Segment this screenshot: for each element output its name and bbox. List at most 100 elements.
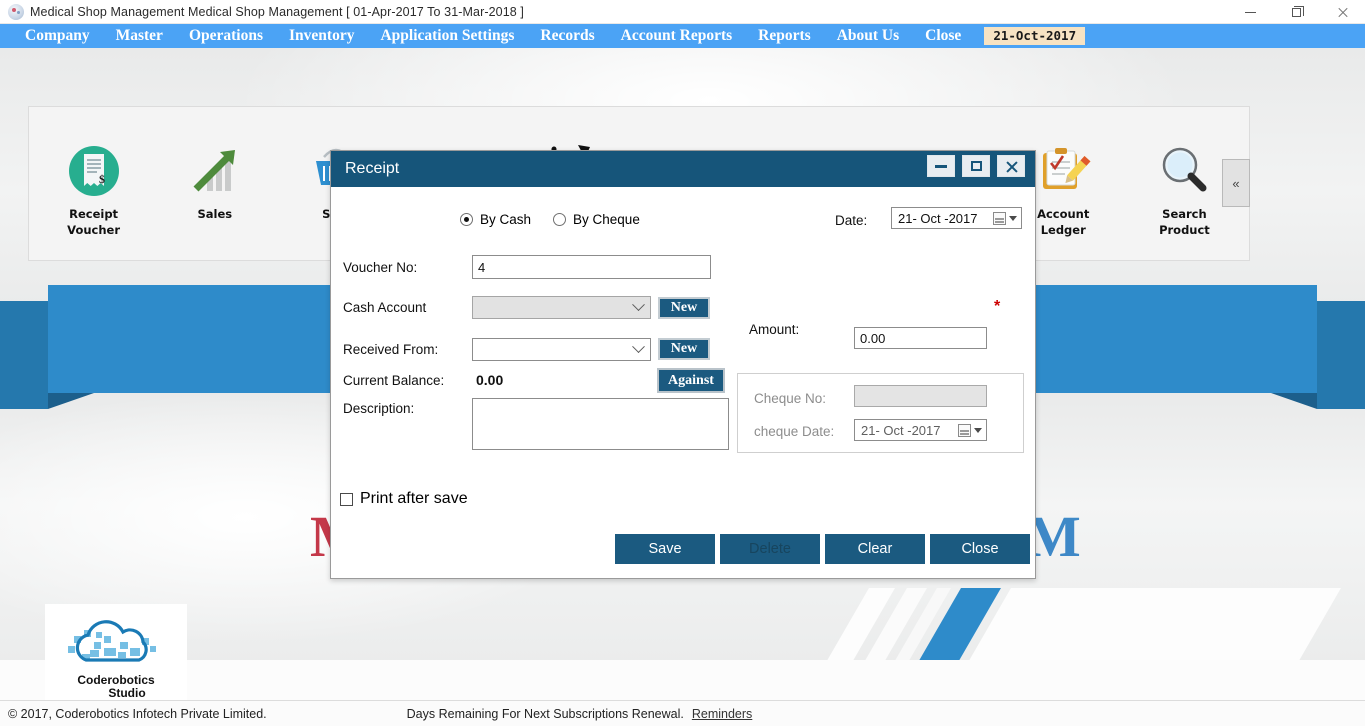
voucher-no-label: Voucher No: <box>343 260 418 275</box>
cheque-no-input[interactable] <box>854 385 987 407</box>
desktop-bottom-strip <box>0 660 1365 700</box>
cheque-date-label: cheque Date: <box>754 424 835 439</box>
ribbon-tail-left <box>0 301 48 409</box>
coderobotics-logo: Coderobotics Studio <box>45 604 187 700</box>
receipt-dialog-window-controls <box>927 155 1025 177</box>
cash-account-new-button[interactable]: New <box>658 297 710 319</box>
dialog-minimize-button[interactable] <box>927 155 955 177</box>
subscription-text: Days Remaining For Next Subscriptions Re… <box>406 706 684 721</box>
receipt-voucher-icon: $ <box>66 139 122 199</box>
toolbar-item-sales[interactable]: Sales <box>154 107 275 260</box>
svg-text:$: $ <box>99 172 105 186</box>
window-close-button[interactable] <box>1319 0 1365 24</box>
received-from-new-button[interactable]: New <box>658 338 710 360</box>
cheque-date-picker[interactable]: 21- Oct -2017 <box>854 419 987 441</box>
logo-line-2: Studio <box>108 686 146 700</box>
cash-account-label: Cash Account <box>343 300 427 315</box>
amount-value: 0.00 <box>860 330 886 346</box>
ribbon-fold-right <box>1271 393 1317 409</box>
menu-item-application-settings[interactable]: Application Settings <box>367 24 527 48</box>
cash-account-combobox[interactable] <box>472 296 651 319</box>
checkbox-icon <box>340 492 353 506</box>
dialog-close-button[interactable] <box>997 155 1025 177</box>
received-from-label: Received From: <box>343 342 439 357</box>
menu-item-close[interactable]: Close <box>912 24 974 48</box>
against-button[interactable]: Against <box>657 368 725 393</box>
window-title: Medical Shop Management Medical Shop Man… <box>30 4 524 19</box>
menu-item-inventory[interactable]: Inventory <box>276 24 367 48</box>
received-from-combobox[interactable] <box>472 338 651 361</box>
receipt-dialog-title: Receipt <box>345 160 400 177</box>
main-menu-bar: Company Master Operations Inventory Appl… <box>0 24 1365 48</box>
voucher-no-input[interactable]: 4 <box>472 255 711 279</box>
current-date-badge: 21-Oct-2017 <box>984 26 1086 46</box>
radio-by-cheque[interactable]: By Cheque <box>553 212 640 227</box>
close-button[interactable]: Close <box>930 534 1030 564</box>
logo-caption: Coderobotics Studio <box>77 674 154 699</box>
toolbar-item-receipt-voucher[interactable]: $ Receipt Voucher <box>33 107 154 260</box>
amount-label: Amount: <box>749 322 800 337</box>
toolbar-label-sales: Sales <box>197 207 233 221</box>
menu-item-reports[interactable]: Reports <box>745 24 824 48</box>
toolbar-label-receipt-voucher: Receipt Voucher <box>67 207 121 237</box>
payment-mode-radio-group: By Cash By Cheque <box>460 212 640 227</box>
menu-item-master[interactable]: Master <box>103 24 176 48</box>
delete-button[interactable]: Delete <box>720 534 820 564</box>
chevron-down-icon <box>632 340 645 354</box>
calendar-icon <box>958 423 971 437</box>
date-label: Date: <box>835 213 868 228</box>
save-button[interactable]: Save <box>615 534 715 564</box>
menu-item-records[interactable]: Records <box>527 24 607 48</box>
dialog-maximize-button[interactable] <box>962 155 990 177</box>
search-product-icon <box>1156 139 1212 199</box>
print-after-save-label: Print after save <box>360 490 468 507</box>
sales-growth-icon <box>187 139 243 199</box>
toolbar-collapse-button[interactable]: « <box>1222 159 1250 207</box>
window-minimize-button[interactable] <box>1227 0 1273 24</box>
description-label: Description: <box>343 401 415 416</box>
ribbon-tail-right <box>1317 301 1365 409</box>
receipt-date-picker[interactable]: 21- Oct -2017 <box>891 207 1022 229</box>
copyright-text: © 2017, Coderobotics Infotech Private Li… <box>8 706 267 721</box>
chevron-down-icon <box>1009 215 1017 221</box>
app-logo-icon <box>8 3 24 20</box>
reminders-link[interactable]: Reminders <box>692 707 752 721</box>
radio-dot-icon <box>553 213 567 226</box>
menu-item-company[interactable]: Company <box>12 24 103 48</box>
close-icon <box>1005 160 1018 173</box>
minimize-icon <box>1244 11 1256 13</box>
chevron-down-icon <box>632 298 645 312</box>
cheque-no-label: Cheque No: <box>754 391 827 406</box>
maximize-icon <box>970 161 982 171</box>
description-textarea[interactable] <box>472 398 729 450</box>
amount-input[interactable]: 0.00 <box>854 327 987 349</box>
chevron-down-icon <box>974 427 982 433</box>
voucher-no-value: 4 <box>478 259 486 275</box>
clear-button[interactable]: Clear <box>825 534 925 564</box>
receipt-dialog-titlebar: Receipt <box>331 151 1035 187</box>
toolbar-label-account-ledger: Account Ledger <box>1037 207 1090 237</box>
window-maximize-button[interactable] <box>1273 0 1319 24</box>
menu-item-about-us[interactable]: About Us <box>824 24 912 48</box>
receipt-date-value: 21- Oct -2017 <box>898 210 978 226</box>
toolbar-label-search-product: Search Product <box>1159 207 1210 237</box>
radio-by-cash-label: By Cash <box>480 212 532 227</box>
menu-item-account-reports[interactable]: Account Reports <box>608 24 746 48</box>
decorative-diagonal-stripes <box>825 588 1365 660</box>
calendar-icon <box>993 211 1006 225</box>
account-ledger-icon <box>1035 139 1091 199</box>
print-after-save-checkbox-row[interactable]: Print after save <box>340 490 468 508</box>
cloud-logo-icon <box>60 620 172 672</box>
ribbon-fold-left <box>48 393 94 409</box>
radio-by-cheque-label: By Cheque <box>573 212 640 227</box>
window-controls <box>1227 0 1365 24</box>
current-balance-value: 0.00 <box>476 372 504 388</box>
close-icon <box>1337 7 1348 18</box>
maximize-icon <box>1291 5 1304 17</box>
os-title-bar: Medical Shop Management Medical Shop Man… <box>0 0 1365 24</box>
menu-item-operations[interactable]: Operations <box>176 24 276 48</box>
current-balance-label: Current Balance: <box>343 373 445 388</box>
radio-by-cash[interactable]: By Cash <box>460 212 531 227</box>
status-bar: © 2017, Coderobotics Infotech Private Li… <box>0 700 1365 726</box>
minimize-icon <box>935 164 947 168</box>
